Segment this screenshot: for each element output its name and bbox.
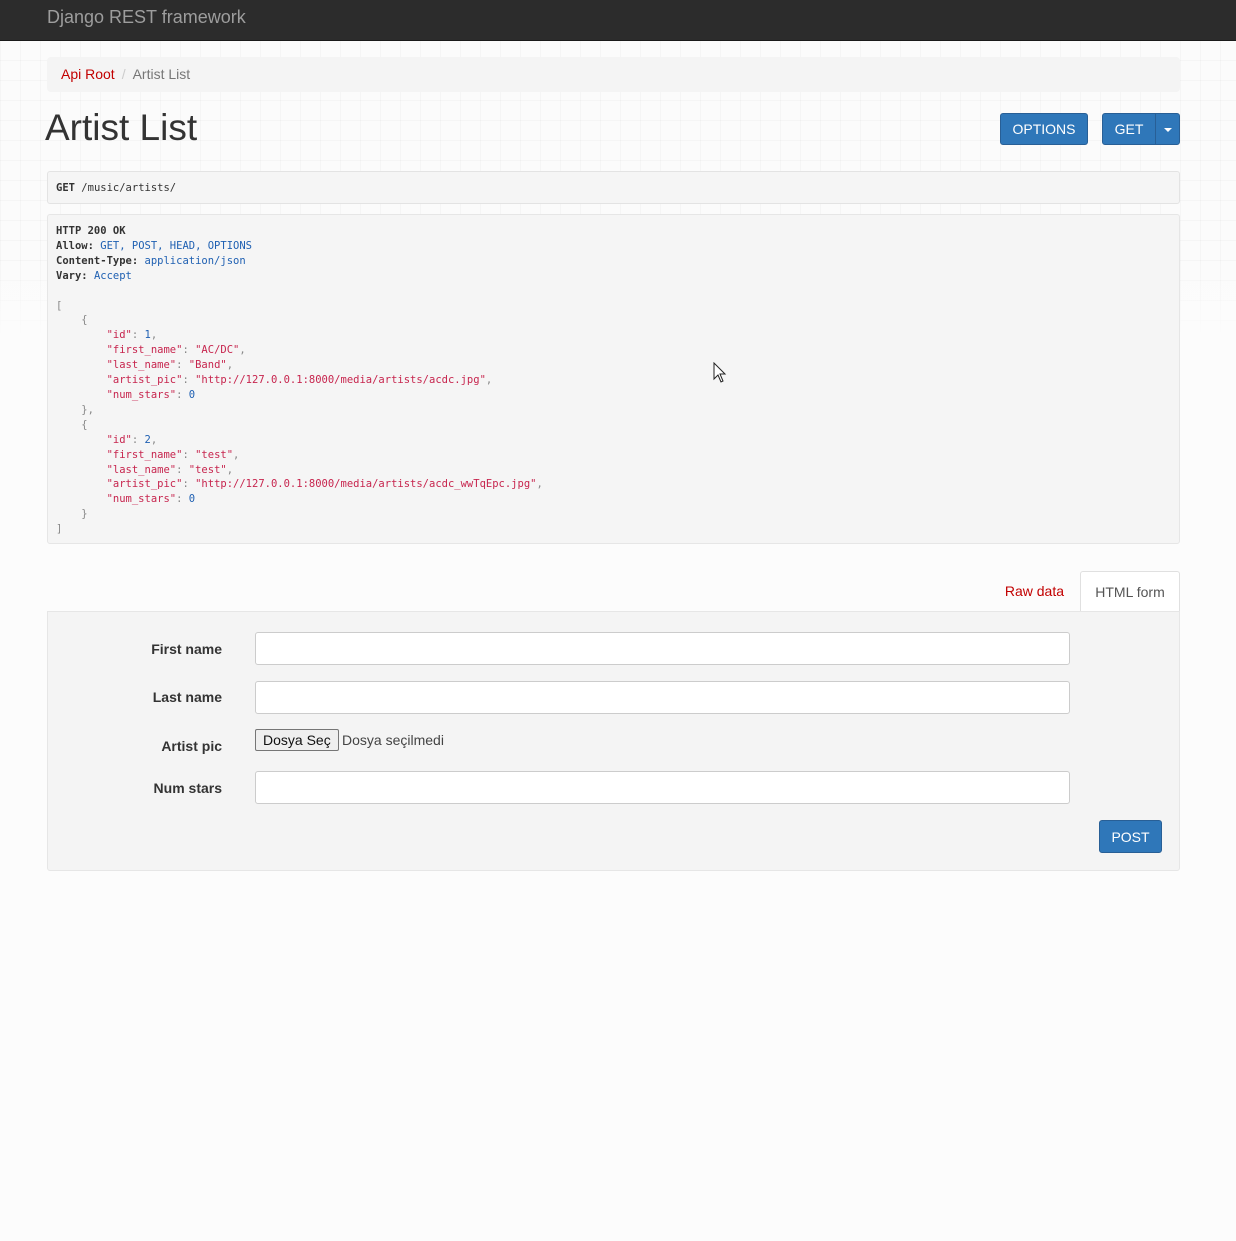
last-name-label: Last name [152, 689, 222, 705]
choose-file-button[interactable]: Dosya Seç [255, 729, 339, 751]
json-artist-pic-link[interactable]: http://127.0.0.1:8000/media/artists/acdc… [201, 374, 479, 386]
caret-down-icon [1163, 128, 1172, 133]
json-last-name-value: Band [195, 359, 221, 372]
html-form-panel: First name Last name Artist pic Dosya Se… [47, 611, 1180, 871]
json-last-name-value: test [195, 463, 221, 476]
json-num-stars-value: 0 [188, 493, 196, 506]
breadcrumb-separator: / [121, 66, 126, 82]
header-name: Vary [56, 269, 82, 282]
tab-raw-data[interactable]: Raw data [1005, 571, 1064, 612]
request-path: /music/artists/ [81, 182, 177, 194]
num-stars-input[interactable] [255, 771, 1070, 804]
first-name-label: First name [151, 641, 222, 657]
post-button[interactable]: POST [1099, 820, 1162, 853]
get-format-dropdown[interactable] [1155, 113, 1180, 145]
brand-title[interactable]: Django REST framework [47, 7, 246, 28]
num-stars-label: Num stars [153, 780, 222, 796]
options-button[interactable]: OPTIONS [1000, 113, 1088, 145]
mouse-cursor-icon [713, 362, 727, 383]
get-button[interactable]: GET [1102, 113, 1156, 145]
header-name: Content-Type [56, 254, 132, 267]
request-method: GET [56, 182, 75, 194]
breadcrumb-current: Artist List [132, 66, 191, 82]
json-first-name-value: test [201, 448, 227, 461]
header-value: application/json [144, 254, 246, 267]
form-tabs: Raw data HTML form [47, 571, 1180, 612]
first-name-input[interactable] [255, 632, 1070, 665]
json-num-stars-value: 0 [188, 388, 196, 401]
navbar: Django REST framework [0, 0, 1236, 41]
breadcrumb: Api Root / Artist List [47, 57, 1180, 92]
file-status-text: Dosya seçilmedi [342, 732, 444, 748]
header-value: GET, POST, HEAD, OPTIONS [100, 239, 252, 252]
response-body: HTTP 200 OK Allow: GET, POST, HEAD, OPTI… [47, 214, 1180, 544]
header-name: Allow [56, 239, 88, 252]
header-value: Accept [93, 269, 132, 282]
response-status: HTTP 200 OK [56, 225, 126, 237]
last-name-input[interactable] [255, 681, 1070, 714]
breadcrumb-api-root[interactable]: Api Root [61, 66, 115, 82]
json-artist-pic-link[interactable]: http://127.0.0.1:8000/media/artists/acdc… [201, 478, 530, 490]
artist-pic-label: Artist pic [161, 738, 222, 754]
json-first-name-value: AC/DC [201, 344, 234, 357]
tab-html-form[interactable]: HTML form [1080, 571, 1180, 612]
request-info: GET /music/artists/ [47, 171, 1180, 204]
page-title: Artist List [45, 107, 198, 148]
